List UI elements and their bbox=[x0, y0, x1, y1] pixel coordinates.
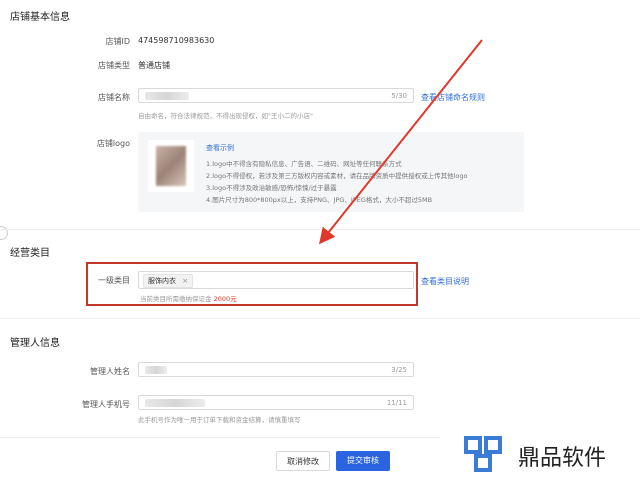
brand-logo-icon bbox=[464, 436, 502, 472]
watermark: 鼎品软件 bbox=[462, 430, 640, 480]
watermark-text: 鼎品软件 bbox=[518, 446, 607, 471]
annotation-arrow-icon bbox=[319, 39, 483, 245]
